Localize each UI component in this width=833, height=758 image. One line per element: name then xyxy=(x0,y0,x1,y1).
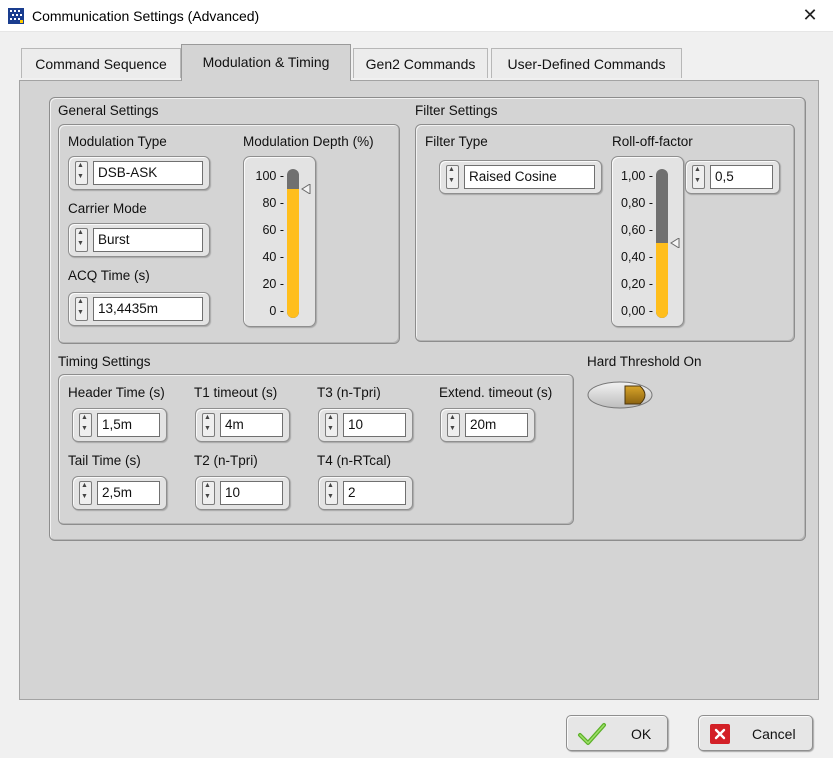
t2-input[interactable]: 10 xyxy=(195,476,290,510)
tick-label: 20 - xyxy=(262,277,284,291)
tab-gen2-commands[interactable]: Gen2 Commands xyxy=(353,48,488,78)
t2-label: T2 (n-Tpri) xyxy=(194,453,258,468)
modulation-type-value[interactable]: DSB-ASK xyxy=(93,161,203,185)
t4-value[interactable]: 2 xyxy=(343,481,406,505)
slider-fill xyxy=(287,189,299,318)
spin-arrows-icon[interactable] xyxy=(79,481,92,505)
t2-value[interactable]: 10 xyxy=(220,481,283,505)
filter-type-label: Filter Type xyxy=(425,134,488,149)
general-settings-label: General Settings xyxy=(58,103,159,118)
rolloff-factor-slider[interactable]: 1,00 - 0,80 - 0,60 - 0,40 - 0,20 - 0,00 … xyxy=(611,156,684,327)
modulation-depth-label: Modulation Depth (%) xyxy=(243,134,374,149)
tick-label: 0,20 - xyxy=(621,277,653,291)
rolloff-factor-value[interactable]: 0,5 xyxy=(710,165,773,189)
timing-settings-label: Timing Settings xyxy=(58,354,151,369)
ok-label: OK xyxy=(631,726,652,742)
tail-time-label: Tail Time (s) xyxy=(68,453,141,468)
close-icon[interactable]: ✕ xyxy=(795,2,825,28)
tick-label: 0,60 - xyxy=(621,223,653,237)
tick-label: 80 - xyxy=(262,196,284,210)
tick-label: 0,80 - xyxy=(621,196,653,210)
t1-timeout-label: T1 timeout (s) xyxy=(194,385,278,400)
tick-label: 0,40 - xyxy=(621,250,653,264)
tick-label: 60 - xyxy=(262,223,284,237)
spin-arrows-icon[interactable] xyxy=(446,165,459,189)
slider-track[interactable] xyxy=(287,169,299,318)
tab-command-sequence[interactable]: Command Sequence xyxy=(21,48,181,78)
app-icon xyxy=(8,8,24,24)
acq-time-label: ACQ Time (s) xyxy=(68,268,150,283)
ok-button[interactable]: OK xyxy=(566,715,668,751)
carrier-mode-select[interactable]: Burst xyxy=(68,223,210,257)
spin-arrows-icon[interactable] xyxy=(447,413,460,437)
acq-time-input[interactable]: 13,4435m xyxy=(68,292,210,326)
modulation-depth-slider[interactable]: 100 - 80 - 60 - 40 - 20 - 0 - xyxy=(243,156,316,327)
slider-track[interactable] xyxy=(656,169,668,318)
t3-value[interactable]: 10 xyxy=(343,413,406,437)
hard-threshold-toggle[interactable] xyxy=(587,381,653,409)
filter-type-select[interactable]: Raised Cosine xyxy=(439,160,602,194)
spin-arrows-icon[interactable] xyxy=(325,481,338,505)
tail-time-value[interactable]: 2,5m xyxy=(97,481,160,505)
cancel-label: Cancel xyxy=(752,726,796,742)
extend-timeout-value[interactable]: 20m xyxy=(465,413,528,437)
filter-type-value[interactable]: Raised Cosine xyxy=(464,165,595,189)
extend-timeout-label: Extend. timeout (s) xyxy=(439,385,553,400)
header-time-label: Header Time (s) xyxy=(68,385,165,400)
slider-pointer-icon[interactable] xyxy=(670,238,680,248)
tab-user-defined-commands[interactable]: User-Defined Commands xyxy=(491,48,682,78)
t1-timeout-input[interactable]: 4m xyxy=(195,408,290,442)
modulation-type-select[interactable]: DSB-ASK xyxy=(68,156,210,190)
spin-arrows-icon[interactable] xyxy=(79,413,92,437)
spin-arrows-icon[interactable] xyxy=(75,297,88,321)
slider-pointer-icon[interactable] xyxy=(301,184,311,194)
rolloff-factor-label: Roll-off-factor xyxy=(612,134,693,149)
t3-input[interactable]: 10 xyxy=(318,408,413,442)
spin-arrows-icon[interactable] xyxy=(325,413,338,437)
slider-fill xyxy=(656,243,668,318)
spin-arrows-icon[interactable] xyxy=(75,228,88,252)
check-icon xyxy=(578,723,606,745)
t3-label: T3 (n-Tpri) xyxy=(317,385,381,400)
spin-arrows-icon[interactable] xyxy=(692,165,705,189)
filter-settings-group xyxy=(415,124,795,342)
title-bar: Communication Settings (Advanced) ✕ xyxy=(0,0,833,32)
carrier-mode-label: Carrier Mode xyxy=(68,201,147,216)
tick-label: 100 - xyxy=(255,169,285,183)
cancel-x-icon xyxy=(710,724,730,744)
acq-time-value[interactable]: 13,4435m xyxy=(93,297,203,321)
tick-label: 0 - xyxy=(269,304,284,318)
filter-settings-label: Filter Settings xyxy=(415,103,498,118)
t4-label: T4 (n-RTcal) xyxy=(317,453,392,468)
t1-timeout-value[interactable]: 4m xyxy=(220,413,283,437)
header-time-value[interactable]: 1,5m xyxy=(97,413,160,437)
tab-modulation-timing[interactable]: Modulation & Timing xyxy=(181,44,351,81)
header-time-input[interactable]: 1,5m xyxy=(72,408,167,442)
tick-label: 1,00 - xyxy=(621,169,653,183)
tail-time-input[interactable]: 2,5m xyxy=(72,476,167,510)
tick-label: 40 - xyxy=(262,250,284,264)
rolloff-factor-input[interactable]: 0,5 xyxy=(685,160,780,194)
hard-threshold-label: Hard Threshold On xyxy=(587,354,702,369)
spin-arrows-icon[interactable] xyxy=(75,161,88,185)
spin-arrows-icon[interactable] xyxy=(202,481,215,505)
t4-input[interactable]: 2 xyxy=(318,476,413,510)
modulation-type-label: Modulation Type xyxy=(68,134,167,149)
extend-timeout-input[interactable]: 20m xyxy=(440,408,535,442)
spin-arrows-icon[interactable] xyxy=(202,413,215,437)
carrier-mode-value[interactable]: Burst xyxy=(93,228,203,252)
tick-label: 0,00 - xyxy=(621,304,653,318)
cancel-button[interactable]: Cancel xyxy=(698,715,813,751)
window-title: Communication Settings (Advanced) xyxy=(32,8,260,24)
